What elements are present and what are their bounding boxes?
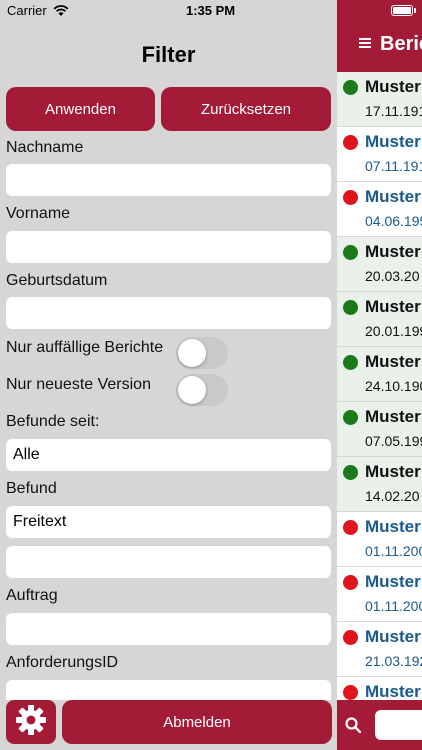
report-patient-name: Muster [365,572,421,591]
firstname-input[interactable] [6,231,331,263]
filter-title: Filter [141,42,196,67]
report-row[interactable]: Muster 04.06.195 [337,182,422,237]
birthdate-input[interactable] [6,297,331,329]
report-row[interactable]: Muster 07.05.199 [337,402,422,457]
report-list-title: Beric [380,33,422,55]
report-date: 01.11.200 [365,598,422,614]
befund-text-input[interactable] [6,546,331,578]
report-date: 20.01.199 [365,323,422,339]
status-red-dot-icon [343,685,358,700]
settings-button[interactable] [6,700,56,744]
report-patient-name: Muster [365,462,421,481]
status-red-dot-icon [343,575,358,590]
abnormal-reports-label: Nur auffällige Berichte [6,339,164,356]
lastname-input[interactable] [6,164,331,196]
befund-type-select[interactable]: Freitext [6,506,331,538]
report-patient-name: Muster [365,297,421,316]
menu-icon[interactable] [359,38,371,48]
report-list-header: Beric [337,0,422,72]
report-date: 01.11.200 [365,543,422,559]
report-patient-name: Muster [365,627,421,646]
search-icon[interactable] [345,717,362,738]
logout-button[interactable]: Abmelden [62,700,332,744]
status-green-dot-icon [343,300,358,315]
search-bar [337,700,422,750]
search-input[interactable] [375,710,422,740]
battery-icon [391,5,413,16]
apply-button[interactable]: Anwenden [6,87,155,131]
report-patient-name: Muster [365,682,421,701]
report-patient-name: Muster [365,187,421,206]
birthdate-label: Geburtsdatum [6,272,108,289]
anforderungsid-label: AnforderungsID [6,654,119,671]
report-row[interactable]: Muster 01.11.200 [337,512,422,567]
findings-since-select[interactable]: Alle [6,439,331,471]
status-green-dot-icon [343,465,358,480]
gear-icon [15,704,47,741]
status-red-dot-icon [343,190,358,205]
report-row[interactable]: Muster 20.03.20 [337,237,422,292]
report-row[interactable]: Muster 01.11.200 [337,567,422,622]
toggle-knob [178,376,206,404]
report-row[interactable]: Muster 20.01.199 [337,292,422,347]
report-patient-name: Muster [365,407,421,426]
report-date: 24.10.190 [365,378,422,394]
wifi-icon [53,4,69,22]
report-date: 21.03.192 [365,653,422,669]
befund-label: Befund [6,480,57,497]
status-green-dot-icon [343,355,358,370]
report-date: 20.03.20 [365,268,420,284]
findings-since-label: Befunde seit: [6,413,100,430]
report-date: 17.11.1911 [365,103,422,119]
report-row[interactable]: Muster 21.03.192 [337,622,422,677]
status-red-dot-icon [343,520,358,535]
auftrag-label: Auftrag [6,587,58,604]
status-red-dot-icon [343,630,358,645]
report-date: 14.02.20 [365,488,420,504]
latest-version-toggle[interactable] [176,374,228,406]
report-patient-name: Muster [365,352,421,371]
report-row[interactable]: Muster 07.11.1913 [337,127,422,182]
lastname-label: Nachname [6,139,84,156]
carrier-label: Carrier [7,3,47,18]
report-patient-name: Muster [365,242,421,261]
report-list-panel: Beric Muster17.11.1911Muster07.11.1913Mu… [337,0,422,750]
clock: 1:35 PM [186,3,236,18]
auftrag-input[interactable] [6,613,331,645]
latest-version-label: Nur neueste Version [6,376,151,393]
report-patient-name: Muster [365,77,421,96]
reset-button[interactable]: Zurücksetzen [161,87,331,131]
report-row[interactable]: Muster 24.10.190 [337,347,422,402]
report-date: 04.06.195 [365,213,422,229]
report-patient-name: Muster [365,517,421,536]
anforderungsid-input[interactable] [6,680,331,700]
status-green-dot-icon [343,80,358,95]
report-date: 07.11.1913 [365,158,422,174]
status-green-dot-icon [343,410,358,425]
report-row[interactable]: Muster 14.02.20 [337,457,422,512]
battery-tip [414,8,416,13]
report-date: 07.05.199 [365,433,422,449]
report-patient-name: Muster [365,132,421,151]
abnormal-reports-toggle[interactable] [176,337,228,369]
toggle-knob [178,339,206,367]
status-green-dot-icon [343,245,358,260]
report-row[interactable]: Muster 17.11.1911 [337,72,422,127]
status-red-dot-icon [343,135,358,150]
status-bar: Carrier 1:35 PM [0,0,337,22]
firstname-label: Vorname [6,205,71,222]
